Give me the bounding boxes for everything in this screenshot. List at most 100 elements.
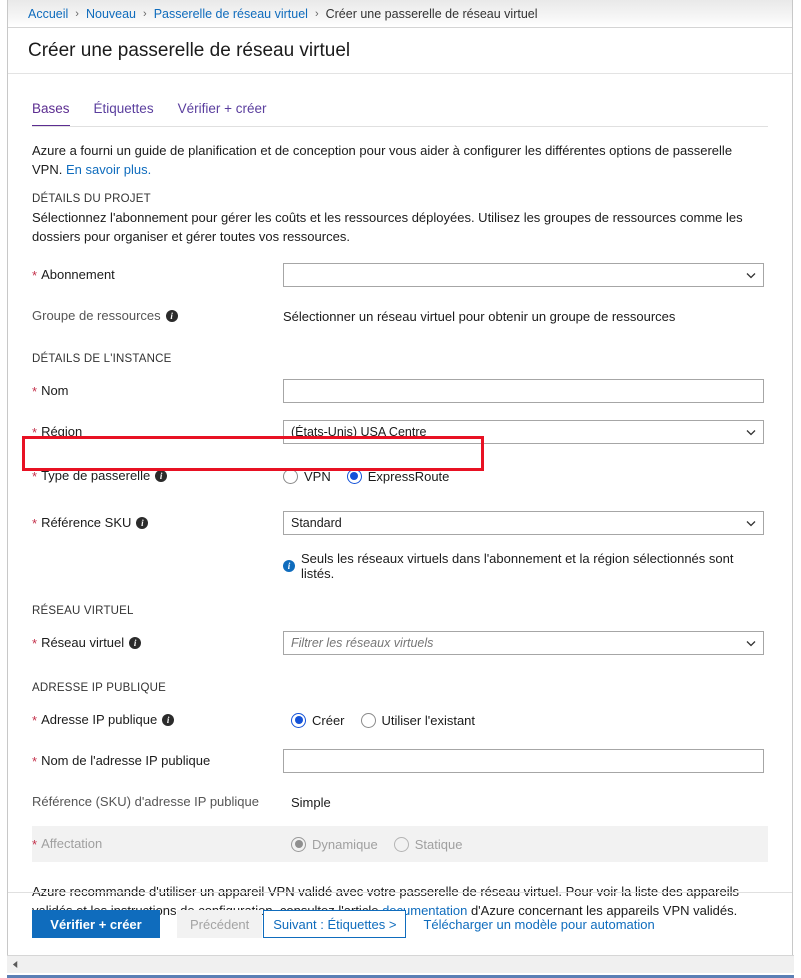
field-gateway-type: VPN ExpressRoute — [283, 468, 768, 484]
resource-group-value: Sélectionner un réseau virtuel pour obte… — [283, 308, 676, 324]
radio-assignment-dynamic: Dynamique — [291, 836, 378, 852]
tab-bar: Bases Étiquettes Vérifier + créer — [8, 100, 792, 127]
row-sku: * Référence SKU i Standard — [32, 508, 768, 538]
tab-bases[interactable]: Bases — [32, 100, 70, 127]
info-icon[interactable]: i — [165, 310, 178, 322]
intro-paragraph: Azure a fourni un guide de planification… — [32, 141, 752, 179]
radio-mark — [283, 468, 298, 484]
section-heading-public-ip: ADRESSE IP PUBLIQUE — [32, 682, 166, 694]
public-ip-radio-group: Créer Utiliser l'existant — [291, 712, 476, 728]
name-input[interactable] — [283, 379, 764, 403]
radio-mark — [346, 468, 362, 484]
region-value: (États-Unis) USA Centre — [291, 425, 427, 439]
required-marker: * — [32, 267, 38, 283]
download-template-link[interactable]: Télécharger un modèle pour automation — [423, 917, 654, 932]
sku-value: Standard — [291, 516, 342, 530]
label-sku-text: Référence SKU — [41, 515, 132, 530]
breadcrumb-separator-1: › — [75, 7, 79, 20]
radio-mark — [291, 712, 306, 728]
label-subscription: * Abonnement — [32, 267, 283, 283]
required-marker: * — [32, 753, 38, 769]
required-marker: * — [32, 635, 38, 651]
virtual-network-dropdown[interactable]: Filtrer les réseaux virtuels — [283, 631, 764, 655]
row-public-ip-sku: Référence (SKU) d'adresse IP publique Si… — [32, 787, 768, 817]
label-resource-group-text: Groupe de ressources — [32, 308, 161, 323]
sku-dropdown[interactable]: Standard — [283, 511, 764, 535]
label-assignment: * Affectation — [32, 836, 283, 852]
label-virtual-network-text: Réseau virtuel — [41, 635, 125, 650]
info-icon-blue: i — [283, 560, 295, 572]
label-public-ip-address-text: Adresse IP publique — [41, 712, 158, 727]
radio-assignment-dynamic-label: Dynamique — [312, 836, 378, 852]
radio-gateway-type-vpn[interactable]: VPN — [283, 468, 331, 484]
scroll-left-arrow-icon[interactable] — [7, 956, 24, 973]
label-public-ip-name: * Nom de l'adresse IP publique — [32, 753, 283, 769]
label-sku: * Référence SKU i — [32, 515, 283, 531]
label-region: * Région — [32, 424, 283, 440]
radio-public-ip-use-existing[interactable]: Utiliser l'existant — [360, 712, 476, 728]
field-public-ip-sku: Simple — [283, 795, 768, 810]
section-heading-instance-details: DÉTAILS DE L'INSTANCE — [32, 353, 172, 365]
radio-public-ip-create-label: Créer — [312, 712, 345, 728]
breadcrumb-separator-2: › — [143, 7, 147, 20]
info-icon[interactable]: i — [162, 714, 175, 726]
previous-button: Précédent — [177, 910, 263, 938]
review-create-button[interactable]: Vérifier + créer — [32, 910, 160, 938]
assignment-radio-group: Dynamique Statique — [291, 836, 462, 852]
tab-tags[interactable]: Étiquettes — [94, 100, 154, 127]
required-marker: * — [32, 383, 38, 399]
row-region: * Région (États-Unis) USA Centre — [32, 417, 768, 447]
row-virtual-network: * Réseau virtuel i Filtrer les réseaux v… — [32, 628, 768, 658]
form-content: Azure a fourni un guide de planification… — [8, 127, 792, 918]
row-public-ip-name: * Nom de l'adresse IP publique — [32, 746, 768, 776]
label-virtual-network: * Réseau virtuel i — [32, 635, 283, 651]
footer-actions: Vérifier + créer Précédent Suivant : Éti… — [8, 893, 792, 955]
info-icon[interactable]: i — [155, 470, 168, 482]
radio-mark — [360, 712, 376, 728]
radio-gateway-type-expressroute[interactable]: ExpressRoute — [346, 468, 449, 484]
section-heading-virtual-network: RÉSEAU VIRTUEL — [32, 605, 134, 617]
azure-portal-screen: Accueil › Nouveau › Passerelle de réseau… — [0, 0, 801, 978]
subscription-dropdown[interactable] — [283, 263, 764, 287]
label-public-ip-sku: Référence (SKU) d'adresse IP publique — [32, 794, 283, 810]
field-assignment: Dynamique Statique — [283, 836, 768, 852]
radio-public-ip-create[interactable]: Créer — [291, 712, 345, 728]
required-marker: * — [32, 424, 38, 440]
sku-note-text: Seuls les réseaux virtuels dans l'abonne… — [301, 551, 734, 581]
field-resource-group: Sélectionner un réseau virtuel pour obte… — [283, 309, 768, 324]
row-resource-group: Groupe de ressources i Sélectionner un r… — [32, 301, 768, 331]
chevron-down-icon — [746, 519, 756, 528]
row-gateway-type: * Type de passerelle i VPN ExpressRoute — [32, 461, 768, 491]
horizontal-scrollbar[interactable] — [7, 955, 794, 973]
label-public-ip-name-text: Nom de l'adresse IP publique — [41, 753, 211, 768]
field-region: (États-Unis) USA Centre — [283, 420, 768, 444]
label-public-ip-sku-text: Référence (SKU) d'adresse IP publique — [32, 794, 259, 809]
label-assignment-text: Affectation — [41, 836, 103, 851]
info-icon[interactable]: i — [136, 517, 149, 529]
breadcrumb-item-virtual-network-gateway[interactable]: Passerelle de réseau virtuel — [154, 7, 308, 21]
label-subscription-text: Abonnement — [41, 267, 115, 282]
project-details-description: Sélectionnez l'abonnement pour gérer les… — [32, 210, 743, 244]
label-gateway-type-text: Type de passerelle — [41, 468, 151, 483]
section-heading-project-details: DÉTAILS DU PROJET — [32, 193, 151, 205]
required-marker: * — [32, 836, 38, 852]
required-marker: * — [32, 515, 38, 531]
required-marker: * — [32, 712, 38, 728]
field-name — [283, 379, 768, 403]
public-ip-sku-value: Simple — [291, 794, 331, 810]
tab-review-create[interactable]: Vérifier + créer — [178, 100, 267, 127]
region-dropdown[interactable]: (États-Unis) USA Centre — [283, 420, 764, 444]
sku-note: i Seuls les réseaux virtuels dans l'abon… — [32, 551, 768, 581]
public-ip-name-input[interactable] — [283, 749, 764, 773]
breadcrumb-item-home[interactable]: Accueil — [28, 7, 68, 21]
page-title: Créer une passerelle de réseau virtuel — [28, 40, 351, 61]
chevron-down-icon — [746, 271, 756, 280]
info-icon[interactable]: i — [129, 637, 142, 649]
scrollbar-track[interactable] — [24, 956, 794, 973]
next-tags-button[interactable]: Suivant : Étiquettes > — [263, 910, 407, 938]
breadcrumb-item-new[interactable]: Nouveau — [86, 7, 136, 21]
learn-more-link[interactable]: En savoir plus. — [66, 162, 151, 177]
row-public-ip-address: * Adresse IP publique i Créer Utiliser l… — [32, 705, 768, 735]
breadcrumb: Accueil › Nouveau › Passerelle de réseau… — [8, 0, 792, 28]
radio-public-ip-use-existing-label: Utiliser l'existant — [381, 712, 476, 728]
